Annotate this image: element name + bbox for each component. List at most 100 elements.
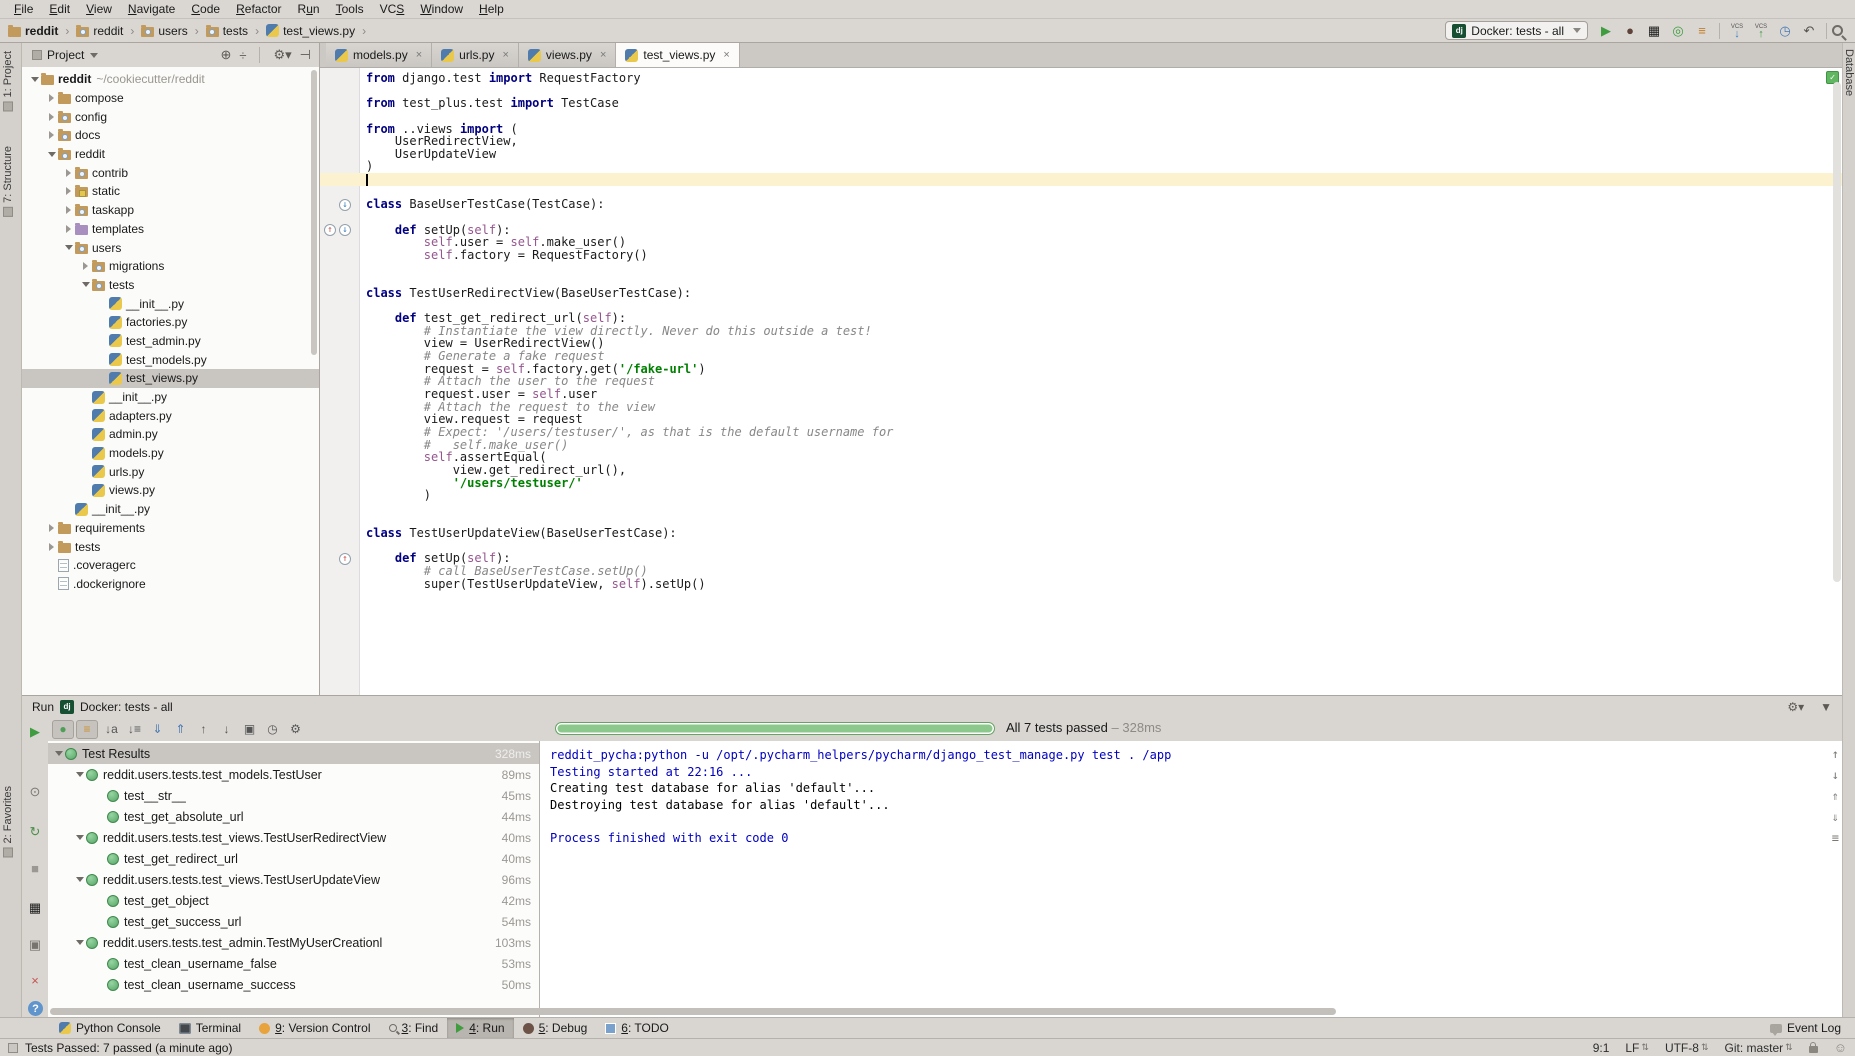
- rerun-tests-icon[interactable]: ▶: [26, 723, 44, 741]
- test-statistics-icon[interactable]: ▦: [26, 899, 44, 917]
- chevron-down-icon[interactable]: [90, 53, 98, 58]
- tree-item-models-py[interactable]: models.py: [22, 444, 319, 463]
- editor-scrollbar[interactable]: [1833, 82, 1841, 582]
- expanded-arrow-icon[interactable]: [73, 940, 86, 945]
- collapsed-arrow-icon[interactable]: [79, 262, 92, 270]
- expanded-arrow-icon[interactable]: [28, 77, 41, 82]
- line-separator[interactable]: LF⇅: [1625, 1041, 1649, 1055]
- tree-item-test_views-py[interactable]: test_views.py: [22, 369, 319, 388]
- tree-item--coveragerc[interactable]: .coveragerc: [22, 556, 319, 575]
- hide-panel-icon[interactable]: ⊣: [300, 47, 311, 63]
- tree-item-urls-py[interactable]: urls.py: [22, 462, 319, 481]
- settings-gear-icon[interactable]: ⚙: [284, 719, 307, 739]
- test-row-reddit-users-tests-test_admin-TestMyUserCreationl[interactable]: reddit.users.tests.test_admin.TestMyUser…: [48, 932, 539, 953]
- history-icon[interactable]: ◷: [1773, 21, 1797, 41]
- test-row-test_get_object[interactable]: test_get_object42ms: [48, 890, 539, 911]
- show-passed-toggle[interactable]: ●: [52, 720, 74, 739]
- test-row-test_clean_username_false[interactable]: test_clean_username_false53ms: [48, 953, 539, 974]
- tree-item-adapters-py[interactable]: adapters.py: [22, 406, 319, 425]
- coverage-icon[interactable]: ▦: [1642, 21, 1666, 41]
- tree-item-taskapp[interactable]: taskapp: [22, 201, 319, 220]
- run-configuration-select[interactable]: dj Docker: tests - all: [1445, 21, 1588, 40]
- test-row-Test-Results[interactable]: Test Results328ms: [48, 743, 539, 764]
- test-row-test__str__[interactable]: test__str__45ms: [48, 785, 539, 806]
- run-test-down-icon[interactable]: ↓: [339, 199, 351, 211]
- git-branch[interactable]: Git: master⇅: [1724, 1041, 1792, 1055]
- tree-item-reddit[interactable]: reddit~/cookiecutter/reddit: [22, 70, 319, 89]
- next-failed-icon[interactable]: ↓: [215, 719, 238, 739]
- expanded-arrow-icon[interactable]: [52, 751, 65, 756]
- run-icon[interactable]: ▶: [1594, 21, 1618, 41]
- help-icon[interactable]: ?: [28, 1001, 43, 1016]
- breadcrumb-item-reddit[interactable]: reddit: [76, 24, 123, 38]
- tree-item-config[interactable]: config: [22, 107, 319, 126]
- collapsed-arrow-icon[interactable]: [62, 187, 75, 195]
- caret-position[interactable]: 9:1: [1593, 1041, 1610, 1055]
- tree-item-contrib[interactable]: contrib: [22, 163, 319, 182]
- menu-item-tools[interactable]: Tools: [328, 0, 372, 18]
- previous-failed-icon[interactable]: ↑: [192, 719, 215, 739]
- export-test-results-icon[interactable]: ▣: [238, 719, 261, 739]
- collapse-all-icon[interactable]: ÷: [239, 48, 246, 63]
- tree-item-__init__-py[interactable]: __init__.py: [22, 388, 319, 407]
- tool-button-project[interactable]: 1: Project: [2, 51, 14, 111]
- inspections-hector-icon[interactable]: ☺: [1834, 1040, 1847, 1055]
- tool-button-database[interactable]: Database: [1843, 49, 1855, 96]
- test-row-test_clean_username_success[interactable]: test_clean_username_success50ms: [48, 974, 539, 995]
- expanded-arrow-icon[interactable]: [73, 772, 86, 777]
- tool-button-debug[interactable]: 5: Debug: [514, 1018, 597, 1038]
- next-output-icon[interactable]: ⇓: [1832, 810, 1839, 824]
- menu-item-run[interactable]: Run: [290, 0, 328, 18]
- tool-button-terminal[interactable]: Terminal: [170, 1018, 250, 1038]
- tree-item-requirements[interactable]: requirements: [22, 519, 319, 538]
- tree-item-test_models-py[interactable]: test_models.py: [22, 350, 319, 369]
- vcs-commit-icon[interactable]: VCS↑: [1749, 21, 1773, 41]
- tool-button-todo[interactable]: 6: TODO: [596, 1018, 678, 1038]
- tool-button-find[interactable]: 3: Find: [380, 1018, 448, 1038]
- collapsed-arrow-icon[interactable]: [45, 131, 58, 139]
- close-icon[interactable]: ×: [26, 971, 44, 989]
- run-test-up-icon[interactable]: ↑: [339, 553, 351, 565]
- test-row-reddit-users-tests-test_views-TestUserUpdateView[interactable]: reddit.users.tests.test_views.TestUserUp…: [48, 869, 539, 890]
- tree-item-test_admin-py[interactable]: test_admin.py: [22, 332, 319, 351]
- collapsed-arrow-icon[interactable]: [45, 543, 58, 551]
- tree-item-reddit[interactable]: reddit: [22, 145, 319, 164]
- debug-icon[interactable]: ●: [1618, 21, 1642, 41]
- tree-item-admin-py[interactable]: admin.py: [22, 425, 319, 444]
- pin-icon[interactable]: ▣: [26, 936, 44, 954]
- expanded-arrow-icon[interactable]: [62, 245, 75, 250]
- menu-item-file[interactable]: File: [6, 0, 41, 18]
- breadcrumb-item-reddit[interactable]: reddit: [8, 24, 58, 38]
- scroll-to-bottom-icon[interactable]: ↓: [1832, 768, 1839, 782]
- close-tab-icon[interactable]: ×: [416, 49, 422, 61]
- stop-icon[interactable]: ■: [26, 859, 44, 877]
- prev-output-icon[interactable]: ⇑: [1832, 789, 1839, 803]
- expanded-arrow-icon[interactable]: [79, 282, 92, 287]
- tree-item-factories-py[interactable]: factories.py: [22, 313, 319, 332]
- run-console[interactable]: reddit_pycha:python -u /opt/.pycharm_hel…: [540, 741, 1842, 1017]
- tree-item-templates[interactable]: templates: [22, 220, 319, 239]
- vcs-update-icon[interactable]: VCS↓: [1725, 21, 1749, 41]
- menu-item-help[interactable]: Help: [471, 0, 512, 18]
- collapsed-arrow-icon[interactable]: [45, 94, 58, 102]
- tree-item-views-py[interactable]: views.py: [22, 481, 319, 500]
- expanded-arrow-icon[interactable]: [73, 877, 86, 882]
- profiler-icon[interactable]: ◎: [1666, 21, 1690, 41]
- lock-icon[interactable]: [1809, 1046, 1818, 1053]
- menu-item-view[interactable]: View: [78, 0, 120, 18]
- collapsed-arrow-icon[interactable]: [62, 169, 75, 177]
- tree-item-tests[interactable]: tests: [22, 276, 319, 295]
- menu-item-vcs[interactable]: VCS: [372, 0, 413, 18]
- toggle-auto-test-icon[interactable]: ⊙: [26, 783, 44, 801]
- run-test-up-icon[interactable]: ↑: [324, 224, 336, 236]
- settings-gear-icon[interactable]: ⚙▾: [1787, 700, 1804, 714]
- project-tree-scrollbar[interactable]: [311, 70, 317, 355]
- breadcrumb-item-users[interactable]: users: [141, 24, 187, 38]
- scroll-to-top-icon[interactable]: ↑: [1832, 747, 1839, 761]
- menu-item-navigate[interactable]: Navigate: [120, 0, 183, 18]
- horizontal-scrollbar[interactable]: [50, 1008, 1336, 1015]
- breadcrumb-item-test_views-py[interactable]: test_views.py: [266, 24, 355, 38]
- close-tab-icon[interactable]: ×: [600, 49, 606, 61]
- menu-item-edit[interactable]: Edit: [41, 0, 78, 18]
- test-row-reddit-users-tests-test_views-TestUserRedirectView[interactable]: reddit.users.tests.test_views.TestUserRe…: [48, 827, 539, 848]
